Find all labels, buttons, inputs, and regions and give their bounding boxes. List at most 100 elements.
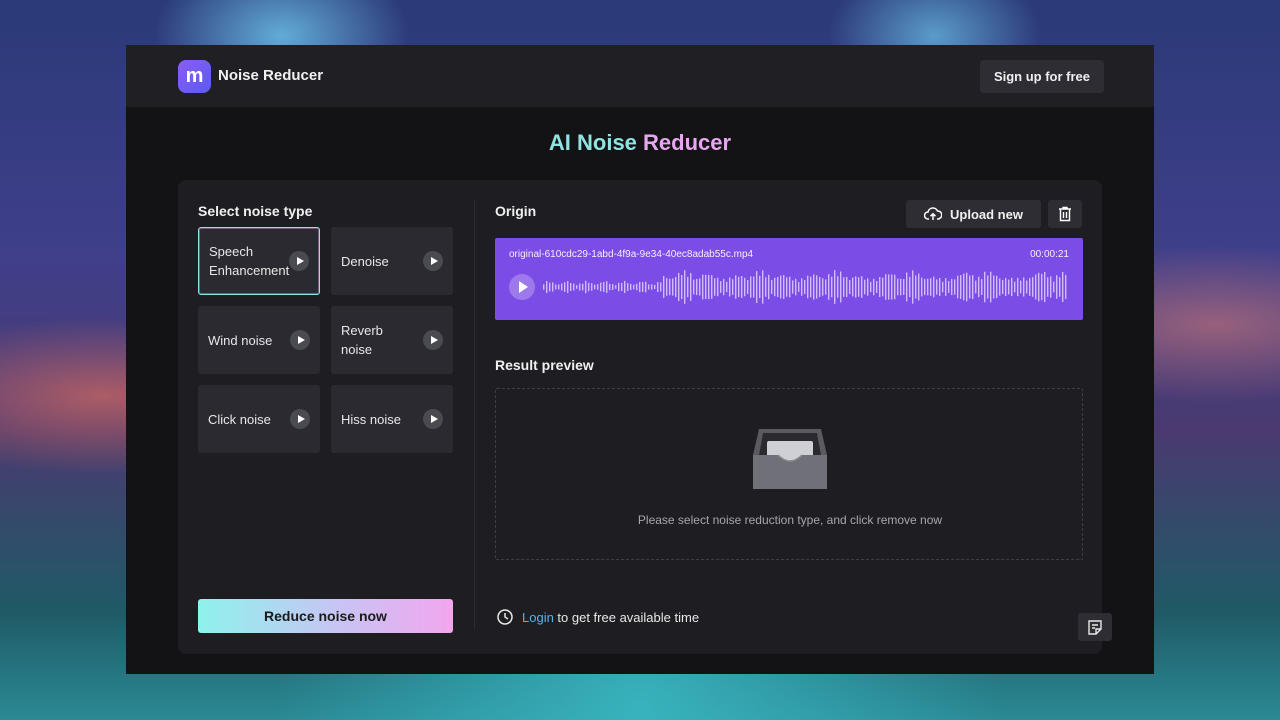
noise-type-label: Hiss noise xyxy=(341,411,401,427)
waveform-bar xyxy=(690,272,692,302)
waveform-bar xyxy=(924,278,926,296)
waveform-bar xyxy=(819,276,821,298)
waveform-bar xyxy=(741,276,743,298)
waveform-bar xyxy=(993,275,995,299)
result-preview-area: Please select noise reduction type, and … xyxy=(495,388,1083,560)
waveform-bar xyxy=(816,275,818,299)
waveform-bar xyxy=(1041,273,1043,301)
waveform-bar xyxy=(588,282,590,292)
noise-type-hiss[interactable]: Hiss noise xyxy=(331,385,453,453)
waveform-bar xyxy=(573,283,575,291)
app-logo-icon[interactable]: m xyxy=(178,60,211,93)
waveform-bar xyxy=(546,281,548,293)
feedback-button[interactable] xyxy=(1078,613,1112,641)
waveform-bar xyxy=(768,274,770,300)
waveform-bar xyxy=(612,284,614,290)
waveform-bar xyxy=(807,275,809,299)
waveform-bar xyxy=(735,275,737,299)
play-icon[interactable] xyxy=(423,330,443,350)
waveform-bar xyxy=(624,280,626,294)
waveform-bar xyxy=(681,274,683,300)
noise-type-click[interactable]: Click noise xyxy=(198,385,320,453)
waveform-bar xyxy=(639,281,641,293)
waveform-bar xyxy=(987,275,989,299)
play-icon[interactable] xyxy=(423,251,443,271)
login-link[interactable]: Login xyxy=(522,610,554,625)
title-part-1: AI Noise xyxy=(548,130,637,155)
waveform-bar xyxy=(684,270,686,304)
original-audio-waveform[interactable]: original-610cdc29-1abd-4f9a-9e34-40ec8ad… xyxy=(495,238,1083,320)
noise-type-label: Click noise xyxy=(208,411,271,427)
waveform-bar xyxy=(594,284,596,290)
play-icon[interactable] xyxy=(289,251,310,271)
waveform-bar xyxy=(660,282,662,292)
waveform-bar xyxy=(804,279,806,295)
waveform-bar xyxy=(585,280,587,294)
noise-type-reverb[interactable]: Reverb noise xyxy=(331,306,453,374)
play-icon[interactable] xyxy=(290,409,310,429)
waveform-bar xyxy=(789,276,791,298)
waveform-bar xyxy=(606,281,608,293)
upload-label: Upload new xyxy=(950,206,1023,222)
waveform-bar xyxy=(654,284,656,290)
waveform-bar xyxy=(876,281,878,293)
waveform-bar xyxy=(915,275,917,299)
waveform-bar xyxy=(699,278,701,296)
signup-button[interactable]: Sign up for free xyxy=(979,60,1104,93)
waveform-bar xyxy=(747,280,749,294)
waveform-bar xyxy=(792,280,794,294)
waveform-bar xyxy=(858,277,860,297)
waveform-bar xyxy=(555,284,557,290)
waveform-bar xyxy=(813,274,815,300)
waveform-bar xyxy=(912,270,914,304)
waveform-bar xyxy=(726,281,728,293)
login-hint: Login to get free available time xyxy=(496,608,699,626)
waveform-bar xyxy=(972,275,974,299)
waveform-bar xyxy=(879,277,881,297)
file-name: original-610cdc29-1abd-4f9a-9e34-40ec8ad… xyxy=(509,249,754,260)
waveform-bar xyxy=(861,276,863,298)
noise-type-wind[interactable]: Wind noise xyxy=(198,306,320,374)
panel-divider xyxy=(474,200,475,630)
play-icon[interactable] xyxy=(509,274,535,300)
waveform-bar xyxy=(597,284,599,290)
noise-type-denoise[interactable]: Denoise xyxy=(331,227,453,295)
waveform-bar xyxy=(1038,272,1040,302)
waveform-bar xyxy=(567,281,569,293)
waveform-bar xyxy=(1014,281,1016,293)
waveform-bar xyxy=(777,277,779,297)
waveform-bar xyxy=(981,278,983,296)
origin-label: Origin xyxy=(495,203,537,219)
brand-name[interactable]: Noise Reducer xyxy=(218,67,323,84)
waveform-bar xyxy=(969,275,971,299)
upload-new-button[interactable]: Upload new xyxy=(906,200,1041,228)
delete-button[interactable] xyxy=(1048,200,1082,228)
waveform-bar xyxy=(867,278,869,296)
waveform-bar xyxy=(957,275,959,299)
waveform-bar xyxy=(798,282,800,292)
waveform-bar xyxy=(618,282,620,292)
cloud-upload-icon xyxy=(924,207,943,220)
waveform-bar xyxy=(1050,276,1052,298)
waveform-bar xyxy=(609,283,611,291)
waveform-bar xyxy=(882,277,884,297)
duration: 00:00:21 xyxy=(1030,249,1069,260)
waveform-bar xyxy=(564,282,566,292)
waveform-bar xyxy=(720,281,722,293)
noise-type-speech-enhancement[interactable]: Speech Enhancement xyxy=(198,227,320,295)
waveform-bar xyxy=(903,279,905,295)
waveform-bar xyxy=(621,282,623,292)
waveform-bar xyxy=(711,275,713,299)
waveform-bar xyxy=(657,282,659,292)
waveform-bar xyxy=(984,271,986,303)
play-icon[interactable] xyxy=(423,409,443,429)
waveform-bar xyxy=(783,275,785,299)
reduce-noise-button[interactable]: Reduce noise now xyxy=(198,599,453,633)
play-icon[interactable] xyxy=(290,330,310,350)
waveform-bar xyxy=(888,274,890,300)
waveform-bar xyxy=(1065,274,1067,300)
waveform-bar xyxy=(975,280,977,294)
waveform-bar xyxy=(786,277,788,297)
waveform-bar xyxy=(732,279,734,295)
waveform-bar xyxy=(693,279,695,295)
